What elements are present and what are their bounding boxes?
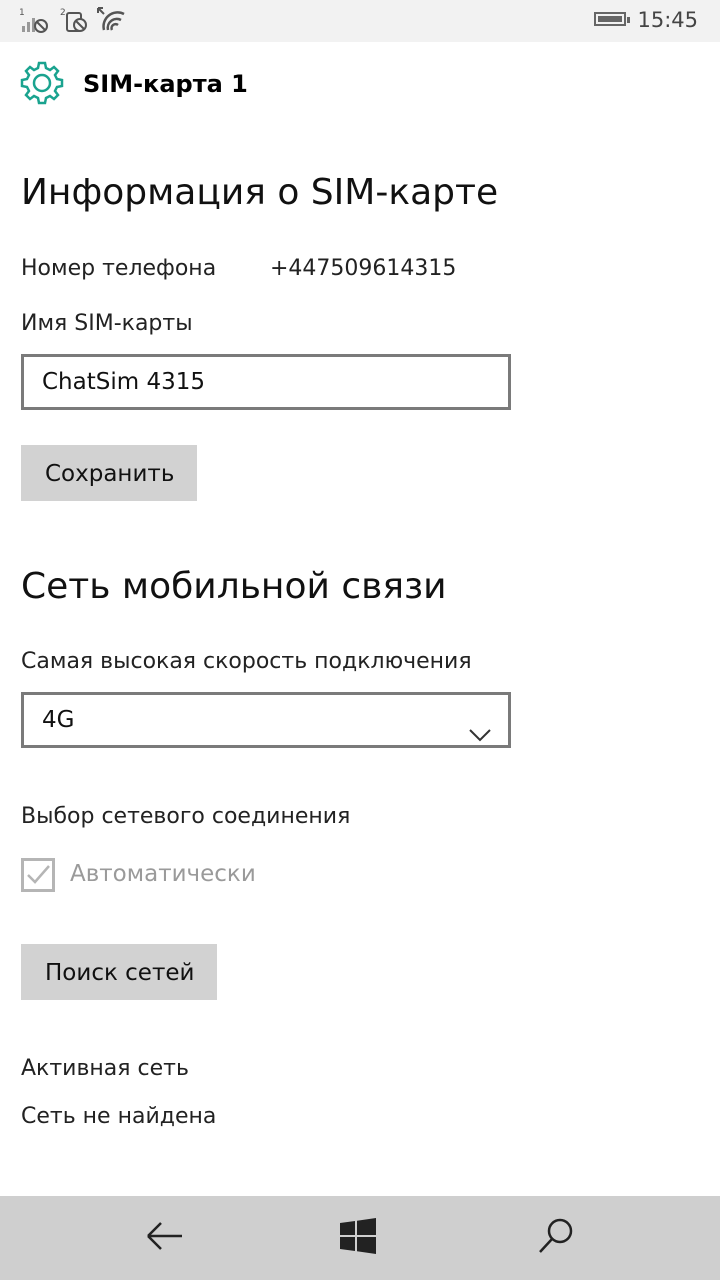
sim-name-input-value: ChatSim 4315 <box>42 369 205 395</box>
battery-icon <box>594 12 630 26</box>
back-arrow-icon[interactable] <box>144 1216 184 1260</box>
status-bar: 1 2 15:45 <box>0 0 720 42</box>
signal-sim2-icon: 2 <box>60 6 90 38</box>
wifi-icon <box>96 6 128 38</box>
phone-number-value: +447509614315 <box>270 256 457 281</box>
automatic-checkbox[interactable] <box>21 858 55 892</box>
status-time: 15:45 <box>637 8 698 32</box>
active-network-value: Сеть не найдена <box>21 1104 217 1129</box>
sim-name-input[interactable]: ChatSim 4315 <box>21 354 511 410</box>
search-networks-button[interactable]: Поиск сетей <box>21 944 217 1000</box>
mobile-network-heading: Сеть мобильной связи <box>21 566 447 607</box>
signal-sim1-icon: 1 <box>18 6 52 38</box>
connection-speed-label: Самая высокая скорость подключения <box>21 649 472 674</box>
gear-icon <box>20 60 64 110</box>
windows-start-icon[interactable] <box>340 1218 376 1258</box>
network-selection-label: Выбор сетевого соединения <box>21 804 351 829</box>
active-network-label: Активная сеть <box>21 1056 189 1081</box>
sim-name-label: Имя SIM-карты <box>21 311 193 336</box>
connection-speed-select[interactable]: 4G <box>21 692 511 748</box>
checkmark-icon <box>27 865 50 884</box>
navigation-bar <box>0 1196 720 1280</box>
connection-speed-value: 4G <box>42 707 75 733</box>
sim-info-heading: Информация о SIM-карте <box>21 172 499 213</box>
page-title: SIM-карта 1 <box>83 70 248 98</box>
search-icon[interactable] <box>536 1216 576 1260</box>
sim2-badge: 2 <box>60 8 66 18</box>
save-button[interactable]: Сохранить <box>21 445 197 501</box>
phone-number-label: Номер телефона <box>21 256 217 281</box>
sim1-badge: 1 <box>19 8 25 18</box>
automatic-label: Автоматически <box>70 861 256 887</box>
chevron-down-icon <box>468 711 492 761</box>
